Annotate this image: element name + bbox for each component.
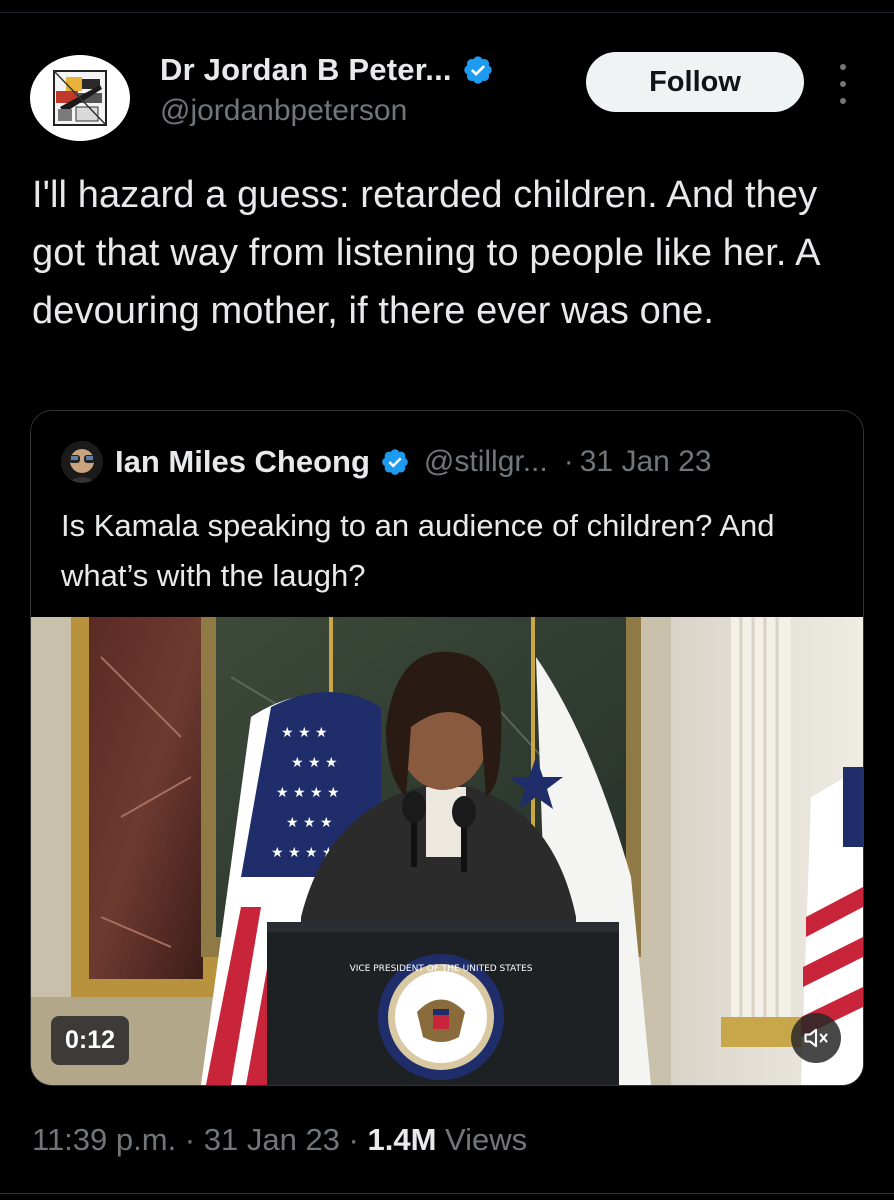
svg-text:★ ★ ★: ★ ★ ★ xyxy=(281,725,328,741)
video-frame: ★ ★ ★ ★ ★ ★ ★ ★ ★ ★ ★ ★ ★ ★ ★ ★ ★ VICE P… xyxy=(31,617,863,1085)
top-divider xyxy=(0,0,894,13)
views-label: Views xyxy=(436,1122,528,1157)
meta-separator: · xyxy=(176,1122,204,1157)
follow-button[interactable]: Follow xyxy=(586,52,804,112)
video-duration-badge: 0:12 xyxy=(51,1016,130,1065)
author-display-name[interactable]: Dr Jordan B Peter... xyxy=(160,52,452,88)
author-name-row: Dr Jordan B Peter... xyxy=(160,52,494,88)
verified-badge-icon xyxy=(464,56,492,84)
quoted-display-name[interactable]: Ian Miles Cheong xyxy=(115,444,370,480)
video-player[interactable]: ★ ★ ★ ★ ★ ★ ★ ★ ★ ★ ★ ★ ★ ★ ★ ★ ★ VICE P… xyxy=(31,617,863,1085)
quoted-tweet-header: Ian Miles Cheong @stillgr... · 31 Jan 23 xyxy=(61,441,712,483)
author-avatar[interactable] xyxy=(30,55,130,141)
more-dot xyxy=(840,64,846,70)
tweet-date[interactable]: 31 Jan 23 xyxy=(204,1122,340,1157)
svg-text:★ ★ ★ ★: ★ ★ ★ ★ xyxy=(276,785,340,801)
bottom-divider xyxy=(0,1193,894,1194)
tweet-text: I'll hazard a guess: retarded children. … xyxy=(32,174,819,332)
tweet-meta: 11:39 p.m. · 31 Jan 23 · 1.4M Views xyxy=(32,1122,527,1158)
abstract-logo-avatar-icon xyxy=(37,55,123,141)
author-handle[interactable]: @jordanbpeterson xyxy=(160,94,407,128)
quoted-avatar-icon xyxy=(61,441,103,483)
quoted-tweet-card[interactable]: Ian Miles Cheong @stillgr... · 31 Jan 23… xyxy=(30,410,864,1086)
more-vertical-icon[interactable] xyxy=(836,64,850,104)
tweet-time[interactable]: 11:39 p.m. xyxy=(32,1122,176,1157)
quoted-tweet-text: Is Kamala speaking to an audience of chi… xyxy=(61,508,775,593)
svg-text:★ ★ ★: ★ ★ ★ xyxy=(286,815,333,831)
quoted-date[interactable]: 31 Jan 23 xyxy=(580,445,712,479)
views-count: 1.4M xyxy=(367,1122,437,1157)
more-dot xyxy=(840,81,846,87)
quoted-verified-badge-icon xyxy=(382,449,408,475)
speaker-muted-glyph xyxy=(804,1028,828,1048)
meta-separator: · xyxy=(339,1122,368,1157)
quoted-handle[interactable]: @stillgr... xyxy=(424,445,548,479)
quoted-separator: · xyxy=(563,445,574,478)
svg-text:★ ★ ★: ★ ★ ★ xyxy=(291,755,338,771)
vp-seal-text: VICE PRESIDENT OF THE UNITED STATES xyxy=(350,964,533,974)
quoted-author-avatar[interactable] xyxy=(61,441,103,483)
more-dot xyxy=(840,98,846,104)
speaker-muted-icon[interactable] xyxy=(791,1013,841,1063)
